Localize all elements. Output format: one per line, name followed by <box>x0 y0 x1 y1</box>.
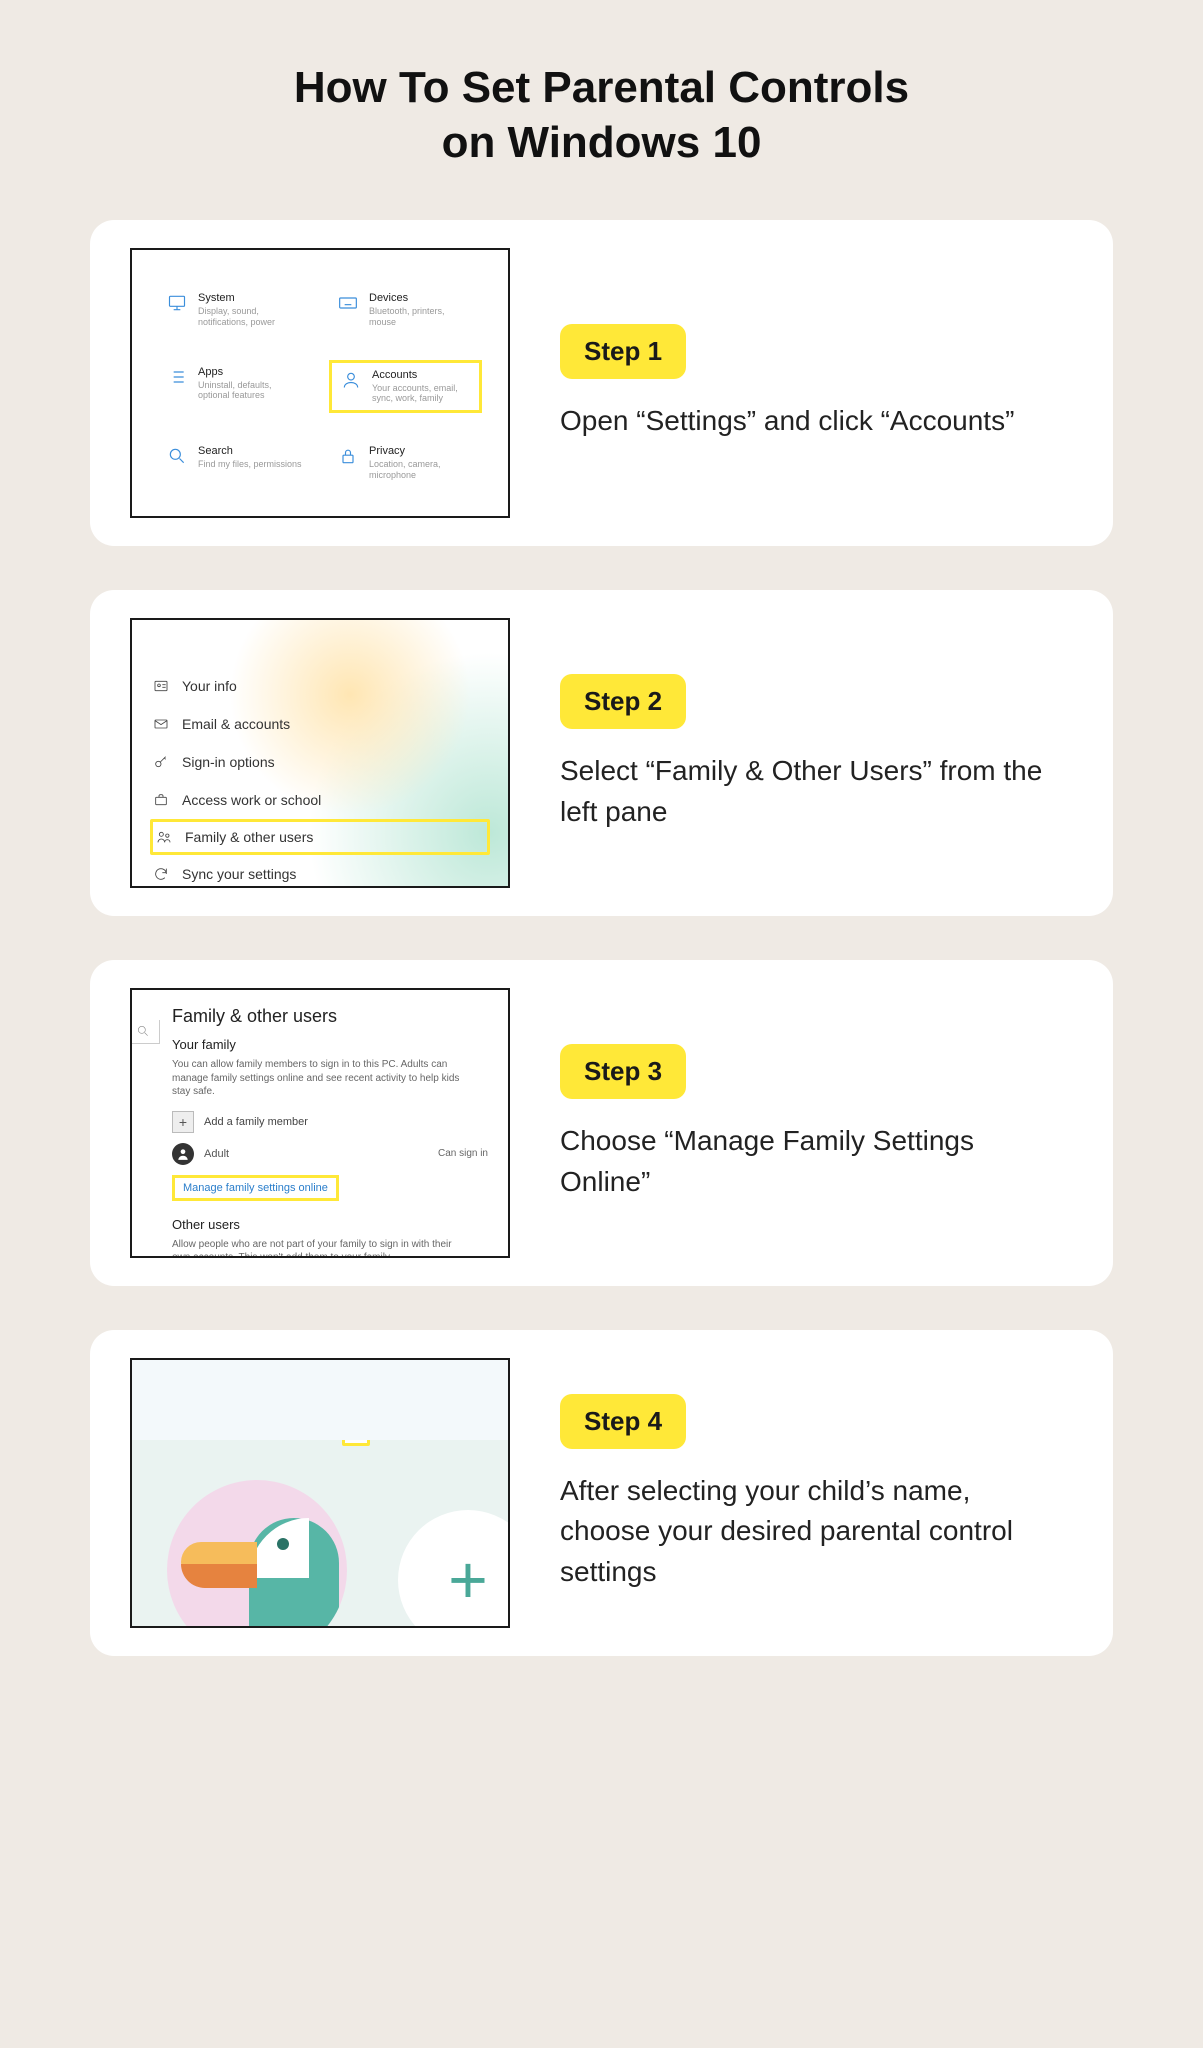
panel-title: Family & other users <box>172 1006 488 1027</box>
other-users-heading: Other users <box>172 1217 488 1232</box>
step-card-3: Family & other users Your family You can… <box>90 960 1113 1286</box>
step-text: Select “Family & Other Users” from the l… <box>560 751 1063 832</box>
id-card-icon <box>152 677 170 695</box>
title-line-1: How To Set Parental Controls <box>294 63 909 112</box>
list-icon <box>166 366 188 388</box>
step-text: Choose “Manage Family Settings Online” <box>560 1121 1063 1202</box>
sidebar-item-email-accounts[interactable]: Email & accounts <box>132 705 508 743</box>
key-icon <box>152 753 170 771</box>
monitor-icon <box>166 292 188 314</box>
adult-status: Can sign in <box>438 1148 488 1159</box>
sync-icon <box>152 865 170 883</box>
screenshot-family-dashboard: + <box>130 1358 510 1628</box>
settings-tile-devices[interactable]: DevicesBluetooth, printers, mouse <box>329 286 482 334</box>
your-family-heading: Your family <box>172 1037 488 1052</box>
person-icon <box>340 369 362 391</box>
settings-tile-apps[interactable]: AppsUninstall, defaults, optional featur… <box>158 360 311 414</box>
step-text: After selecting your child’s name, choos… <box>560 1471 1063 1593</box>
title-line-2: on Windows 10 <box>442 118 762 167</box>
step-badge: Step 1 <box>560 324 686 379</box>
add-member-circle[interactable]: + <box>398 1510 508 1626</box>
child-avatar[interactable] <box>167 1480 347 1626</box>
settings-tile-system[interactable]: SystemDisplay, sound, notifications, pow… <box>158 286 311 334</box>
sidebar-item-signin-options[interactable]: Sign-in options <box>132 743 508 781</box>
sidebar-item-your-info[interactable]: Your info <box>132 667 508 705</box>
add-family-member-button[interactable]: + Add a family member <box>172 1111 488 1133</box>
step-badge: Step 3 <box>560 1044 686 1099</box>
briefcase-icon <box>152 791 170 809</box>
step-badge: Step 2 <box>560 674 686 729</box>
keyboard-icon <box>337 292 359 314</box>
envelope-icon <box>152 715 170 733</box>
settings-tile-accounts[interactable]: AccountsYour accounts, email, sync, work… <box>329 360 482 414</box>
step-card-1: SystemDisplay, sound, notifications, pow… <box>90 220 1113 546</box>
step-text: Open “Settings” and click “Accounts” <box>560 401 1063 442</box>
screenshot-accounts-sidebar: Accounts Your info Email & accounts Sign… <box>130 618 510 888</box>
step-card-4: + Step 4 After selecting your child’s na… <box>90 1330 1113 1656</box>
step-badge: Step 4 <box>560 1394 686 1449</box>
plus-icon: + <box>448 1541 488 1619</box>
avatar-icon <box>172 1143 194 1165</box>
your-family-desc: You can allow family members to sign in … <box>172 1058 472 1099</box>
family-member-adult[interactable]: Adult <box>172 1143 229 1165</box>
search-icon <box>166 445 188 467</box>
sidebar-item-access-work[interactable]: Access work or school <box>132 781 508 819</box>
step-card-2: Accounts Your info Email & accounts Sign… <box>90 590 1113 916</box>
more-menu-button[interactable] <box>342 1440 370 1446</box>
screenshot-settings: SystemDisplay, sound, notifications, pow… <box>130 248 510 518</box>
sidebar-item-family-other-users[interactable]: Family & other users <box>150 819 490 855</box>
page-title: How To Set Parental Controls on Windows … <box>90 60 1113 170</box>
settings-tile-privacy[interactable]: PrivacyLocation, camera, microphone <box>329 439 482 487</box>
settings-tile-search[interactable]: SearchFind my files, permissions <box>158 439 311 487</box>
family-icon <box>155 828 173 846</box>
lock-icon <box>337 445 359 467</box>
screenshot-family-other-users: Family & other users Your family You can… <box>130 988 510 1258</box>
plus-icon: + <box>172 1111 194 1133</box>
other-users-desc: Allow people who are not part of your fa… <box>172 1238 472 1259</box>
sidebar-item-sync-settings[interactable]: Sync your settings <box>132 855 508 888</box>
manage-family-settings-link[interactable]: Manage family settings online <box>172 1175 339 1201</box>
